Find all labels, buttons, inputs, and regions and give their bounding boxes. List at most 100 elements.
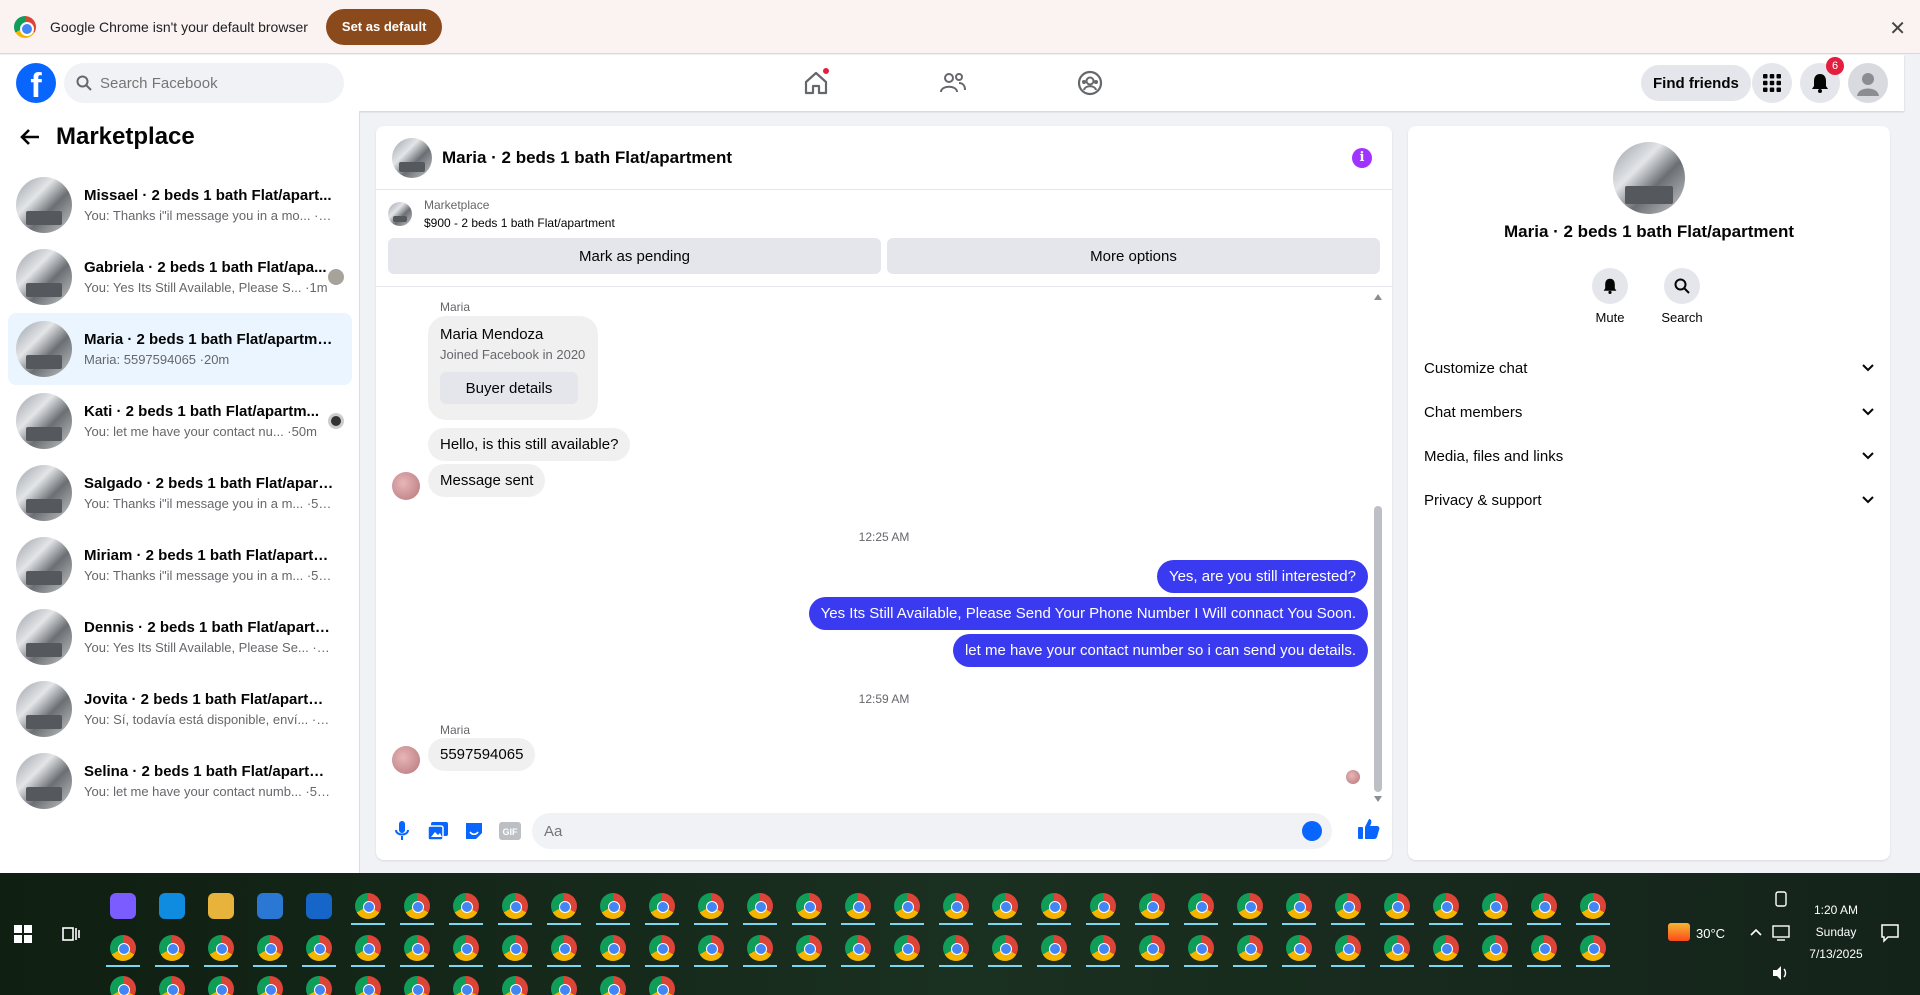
chrome-window-icon[interactable] <box>747 935 773 961</box>
chrome-window-icon[interactable] <box>649 976 675 995</box>
chrome-window-icon[interactable] <box>551 935 577 961</box>
chrome-window-icon[interactable] <box>159 935 185 961</box>
windows-start-icon[interactable] <box>14 925 32 943</box>
message-input[interactable] <box>544 822 1284 840</box>
thumbs-up-icon[interactable] <box>1358 818 1380 845</box>
chevron-up-icon[interactable] <box>1750 928 1762 936</box>
chrome-window-icon[interactable] <box>1188 935 1214 961</box>
search-bar[interactable] <box>64 63 344 103</box>
notifications-bell-icon[interactable]: 6 <box>1800 57 1844 103</box>
conversation-item[interactable]: Kati · 2 beds 1 bath Flat/apartm... You: … <box>8 385 352 457</box>
chrome-window-icon[interactable] <box>1188 893 1214 919</box>
search-in-chat-button[interactable]: Search <box>1652 268 1712 325</box>
pinned-app-icon[interactable] <box>159 893 185 919</box>
message-input-field[interactable] <box>532 813 1332 849</box>
clock-date[interactable]: 7/13/2025 <box>1796 947 1876 961</box>
chrome-window-icon[interactable] <box>649 935 675 961</box>
chrome-window-icon[interactable] <box>306 976 332 995</box>
chrome-window-icon[interactable] <box>698 893 724 919</box>
microphone-icon[interactable] <box>390 819 414 843</box>
mute-button[interactable]: Mute <box>1580 268 1640 325</box>
mark-as-pending-button[interactable]: Mark as pending <box>388 238 881 274</box>
clock-time[interactable]: 1:20 AM <box>1796 903 1876 917</box>
friends-icon[interactable] <box>937 67 969 99</box>
chrome-window-icon[interactable] <box>208 935 234 961</box>
chrome-window-icon[interactable] <box>404 893 430 919</box>
chrome-window-icon[interactable] <box>1041 935 1067 961</box>
pinned-app-icon[interactable] <box>208 893 234 919</box>
pinned-app-icon[interactable] <box>306 893 332 919</box>
chrome-window-icon[interactable] <box>698 935 724 961</box>
chrome-window-icon[interactable] <box>943 935 969 961</box>
chrome-window-icon[interactable] <box>306 935 332 961</box>
chrome-window-icon[interactable] <box>845 935 871 961</box>
conversation-item[interactable]: Miriam · 2 beds 1 bath Flat/apartm... You… <box>8 529 352 601</box>
emoji-icon[interactable] <box>1302 821 1322 841</box>
chat-members-section[interactable]: Chat members <box>1424 390 1874 434</box>
chrome-window-icon[interactable] <box>502 935 528 961</box>
chrome-window-icon[interactable] <box>355 935 381 961</box>
chrome-window-icon[interactable] <box>992 935 1018 961</box>
conversation-item[interactable]: Gabriela · 2 beds 1 bath Flat/apa... You:… <box>8 241 352 313</box>
weather-temperature[interactable]: 30°C <box>1696 926 1725 941</box>
chrome-window-icon[interactable] <box>551 976 577 995</box>
chrome-window-icon[interactable] <box>1139 893 1165 919</box>
sender-avatar[interactable] <box>392 472 420 500</box>
chrome-window-icon[interactable] <box>894 935 920 961</box>
chrome-window-icon[interactable] <box>355 976 381 995</box>
chrome-window-icon[interactable] <box>1433 935 1459 961</box>
chrome-window-icon[interactable] <box>453 976 479 995</box>
chrome-window-icon[interactable] <box>600 976 626 995</box>
chrome-window-icon[interactable] <box>894 893 920 919</box>
info-icon[interactable]: i <box>1352 148 1372 168</box>
chrome-window-icon[interactable] <box>1580 935 1606 961</box>
weather-icon[interactable] <box>1668 923 1690 941</box>
privacy-support-section[interactable]: Privacy & support <box>1424 478 1874 522</box>
chrome-window-icon[interactable] <box>796 893 822 919</box>
chrome-window-icon[interactable] <box>159 976 185 995</box>
chrome-window-icon[interactable] <box>1531 935 1557 961</box>
gif-icon[interactable]: GIF <box>498 819 522 843</box>
chat-title[interactable]: Maria · 2 beds 1 bath Flat/apartment <box>442 148 732 168</box>
chrome-window-icon[interactable] <box>355 893 381 919</box>
chrome-window-icon[interactable] <box>992 893 1018 919</box>
pinned-app-icon[interactable] <box>110 893 136 919</box>
chrome-window-icon[interactable] <box>502 976 528 995</box>
chat-avatar[interactable] <box>392 137 432 178</box>
chrome-window-icon[interactable] <box>1090 893 1116 919</box>
sticker-icon[interactable] <box>462 819 486 843</box>
chrome-window-icon[interactable] <box>1384 893 1410 919</box>
find-friends-button[interactable]: Find friends <box>1641 65 1751 101</box>
chrome-window-icon[interactable] <box>1237 935 1263 961</box>
pinned-app-icon[interactable] <box>257 893 283 919</box>
listing-summary[interactable]: Marketplace $900 - 2 beds 1 bath Flat/ap… <box>376 198 1392 230</box>
scrollbar-thumb[interactable] <box>1374 506 1382 792</box>
clock-day[interactable]: Sunday <box>1796 925 1876 939</box>
chrome-window-icon[interactable] <box>649 893 675 919</box>
chrome-window-icon[interactable] <box>1384 935 1410 961</box>
chrome-window-icon[interactable] <box>257 935 283 961</box>
groups-icon[interactable] <box>1074 67 1106 99</box>
chrome-window-icon[interactable] <box>453 893 479 919</box>
network-icon[interactable] <box>1772 925 1790 941</box>
chrome-window-icon[interactable] <box>1335 935 1361 961</box>
account-avatar[interactable] <box>1848 63 1888 103</box>
menu-grid-icon[interactable] <box>1752 63 1792 103</box>
device-icon[interactable] <box>1774 891 1788 907</box>
chrome-window-icon[interactable] <box>110 976 136 995</box>
message-scrollbar[interactable] <box>1374 294 1382 802</box>
chrome-window-icon[interactable] <box>1482 935 1508 961</box>
chrome-window-icon[interactable] <box>1482 893 1508 919</box>
buyer-details-button[interactable]: Buyer details <box>440 372 578 404</box>
chrome-window-icon[interactable] <box>257 976 283 995</box>
customize-chat-section[interactable]: Customize chat <box>1424 346 1874 390</box>
chrome-window-icon[interactable] <box>1335 893 1361 919</box>
chrome-window-icon[interactable] <box>845 893 871 919</box>
set-as-default-button[interactable]: Set as default <box>325 8 443 45</box>
conversation-item[interactable]: Jovita · 2 beds 1 bath Flat/apartme... Yo… <box>8 673 352 745</box>
chrome-window-icon[interactable] <box>796 935 822 961</box>
chrome-window-icon[interactable] <box>1090 935 1116 961</box>
sender-avatar[interactable] <box>392 746 420 774</box>
chrome-window-icon[interactable] <box>208 976 234 995</box>
chrome-window-icon[interactable] <box>1433 893 1459 919</box>
